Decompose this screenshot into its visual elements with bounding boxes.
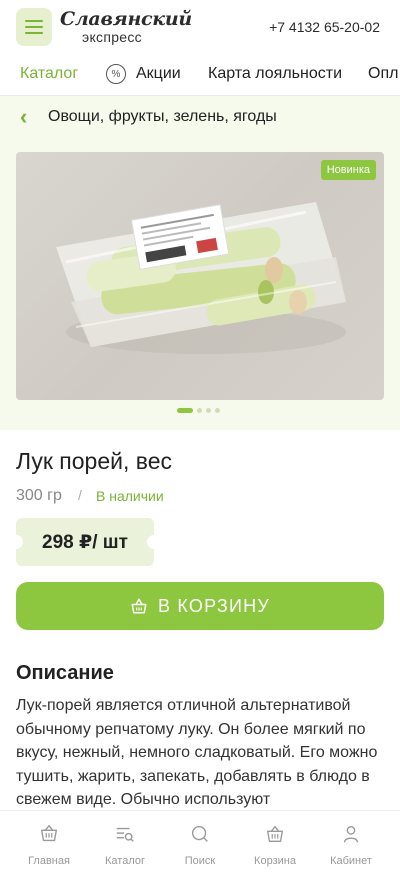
price-tag: 298 ₽/ шт — [9, 518, 161, 566]
bottom-tab-bar: Главная Каталог Поиск Корзина Кабинет — [0, 810, 400, 880]
description-heading: Описание — [16, 662, 114, 684]
leek-package-illustration — [56, 202, 346, 354]
stock-status: В наличии — [96, 488, 164, 504]
description-text: Лук-порей является отличной альтернативо… — [16, 697, 378, 808]
gallery-dot[interactable] — [197, 408, 202, 413]
menu-icon-line — [25, 26, 43, 28]
breadcrumb[interactable]: Овощи, фрукты, зелень, ягоды — [48, 108, 277, 126]
tab-cart[interactable]: Корзина — [240, 823, 310, 867]
menu-button[interactable] — [16, 8, 52, 46]
gallery-dot[interactable] — [177, 408, 193, 413]
price-notch-left — [9, 535, 23, 549]
tab-label: Главная — [28, 855, 70, 867]
product-price: 298 ₽/ шт — [42, 531, 128, 553]
gallery-dot[interactable] — [206, 408, 211, 413]
tab-catalog[interactable]: Каталог — [90, 823, 160, 867]
basket-icon — [131, 598, 147, 614]
tab-label: Корзина — [254, 855, 296, 867]
tab-label: Каталог — [105, 855, 145, 867]
basket-icon — [266, 825, 284, 843]
add-to-cart-label: В КОРЗИНУ — [158, 595, 270, 616]
info-separator: / — [78, 487, 82, 503]
product-weight: 300 гр — [16, 487, 62, 504]
header: Славянский экспресс +7 4132 65-20-02 — [0, 0, 400, 56]
menu-icon-line — [25, 20, 43, 22]
nav-item-payment[interactable]: Опл — [368, 65, 398, 83]
logo-main-text: Славянский — [60, 8, 192, 30]
gallery-dot[interactable] — [215, 408, 220, 413]
user-icon — [343, 825, 359, 843]
nav-item-catalog[interactable]: Каталог — [20, 65, 78, 83]
new-badge: Новинка — [320, 160, 376, 180]
menu-icon-line — [25, 32, 43, 34]
price-notch-right — [147, 535, 161, 549]
tab-search[interactable]: Поиск — [165, 823, 235, 867]
tab-label: Поиск — [184, 855, 216, 867]
catalog-icon — [116, 827, 134, 842]
logo[interactable]: Славянский экспресс — [60, 8, 192, 44]
tab-label: Кабинет — [330, 855, 372, 867]
percent-icon: % — [106, 64, 126, 84]
logo-sub-text: экспресс — [82, 29, 142, 45]
top-nav: Каталог % Акции Карта лояльности Опл — [0, 56, 400, 94]
product-title: Лук порей, вес — [16, 448, 173, 474]
chevron-left-icon[interactable]: ‹ — [20, 106, 27, 128]
phone-link[interactable]: +7 4132 65-20-02 — [269, 19, 380, 35]
tab-home[interactable]: Главная — [14, 823, 84, 867]
tab-account[interactable]: Кабинет — [316, 823, 386, 867]
nav-item-promotions[interactable]: Акции — [136, 65, 181, 83]
gallery-pagination — [177, 408, 220, 413]
home-basket-icon — [40, 824, 58, 842]
nav-item-loyalty-card[interactable]: Карта лояльности — [208, 65, 342, 83]
product-image[interactable]: Новинка — [16, 152, 384, 400]
add-to-cart-button[interactable]: В КОРЗИНУ — [16, 582, 384, 630]
search-icon — [191, 825, 208, 842]
